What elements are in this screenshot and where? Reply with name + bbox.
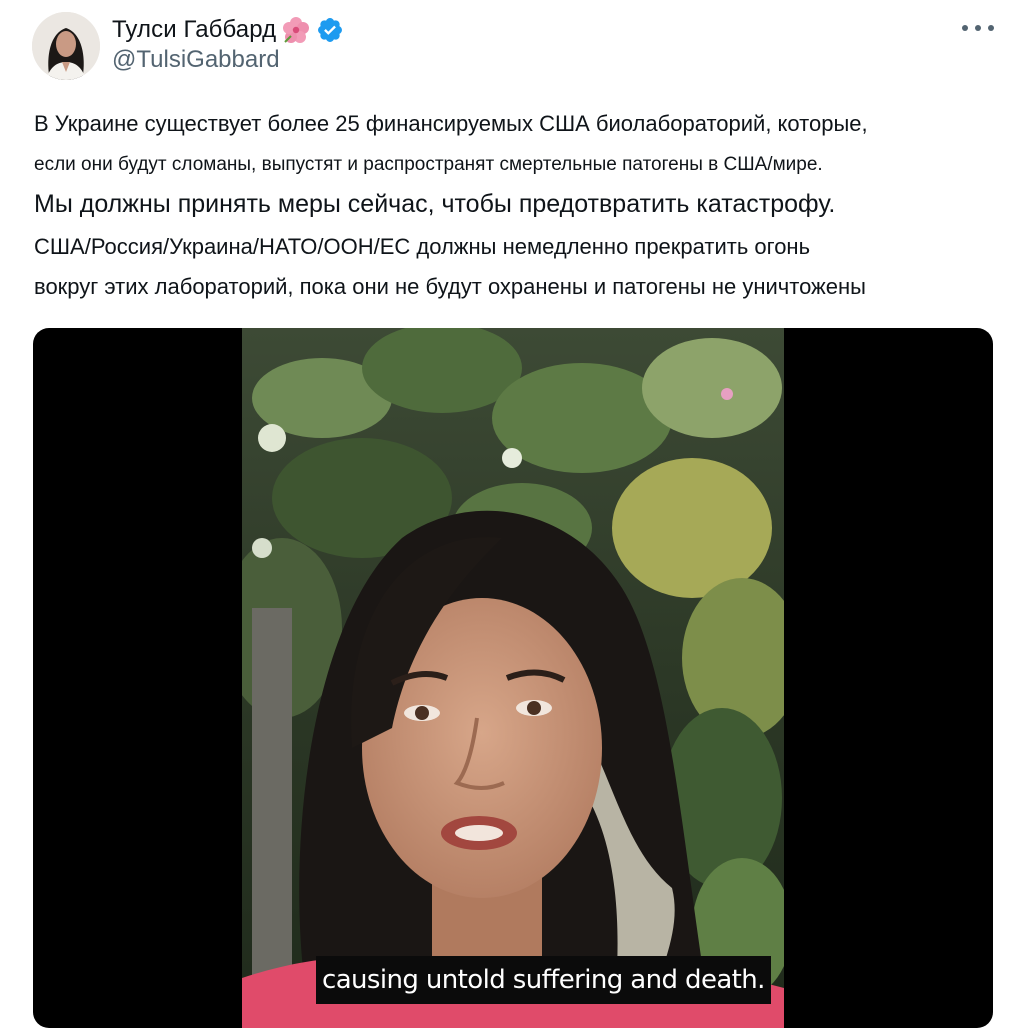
avatar[interactable] xyxy=(32,12,100,80)
avatar-image xyxy=(32,12,100,80)
video-caption: causing untold suffering and death. xyxy=(316,956,771,1004)
video-still-image xyxy=(242,328,784,1028)
author-name-row: Тулси Габбард xyxy=(112,14,344,46)
more-options-icon[interactable] xyxy=(962,14,994,42)
tweet-text-line: В Украине существует более 25 финансируе… xyxy=(34,111,868,136)
verified-badge-icon xyxy=(316,16,344,44)
video-frame xyxy=(242,328,784,1028)
tweet-text-line: США/Россия/Украина/НАТО/ООН/ЕС должны не… xyxy=(34,234,811,259)
tweet-text-line: вокруг этих лабораторий, пока они не буд… xyxy=(34,274,866,299)
video-player[interactable] xyxy=(33,328,993,1028)
tweet-text-line: Мы должны принять меры сейчас, чтобы пре… xyxy=(34,190,836,218)
author-handle[interactable]: @TulsiGabbard xyxy=(112,46,280,74)
tweet-text-line: если они будут сломаны, выпустят и распр… xyxy=(34,154,823,175)
hibiscus-flower-icon xyxy=(282,16,310,44)
dot xyxy=(962,25,968,31)
dot xyxy=(988,25,994,31)
dot xyxy=(975,25,981,31)
display-name[interactable]: Тулси Габбард xyxy=(112,16,276,44)
